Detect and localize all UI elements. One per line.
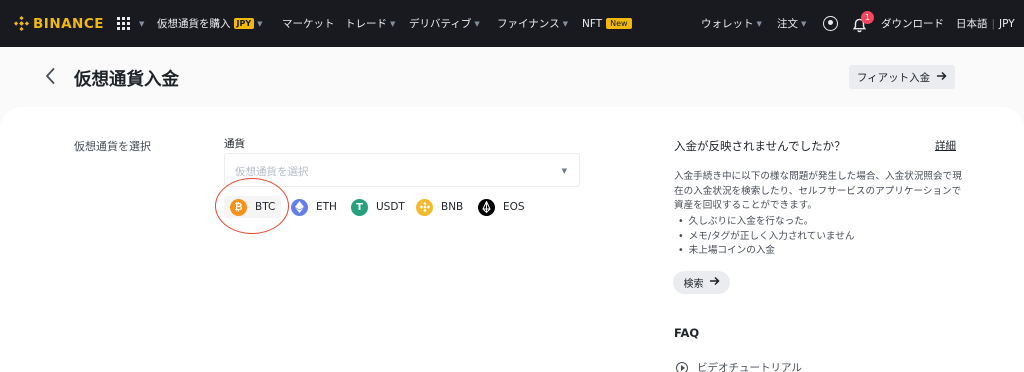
chevron-down-icon: ▼ (257, 19, 263, 28)
fiat-deposit-button[interactable]: フィアット入金 (849, 65, 955, 89)
notifications-button[interactable]: 1 (852, 0, 874, 47)
eos-icon (478, 198, 495, 216)
nav-orders-label: 注文 (777, 18, 798, 30)
nav-trade[interactable]: トレード ▼ (345, 0, 395, 47)
btc-highlight-circle (215, 178, 289, 234)
apps-menu[interactable]: ▼ (117, 0, 144, 47)
bell-icon: 1 (852, 10, 874, 33)
faq-video-tutorial-link[interactable]: ビデオチュートリアル (676, 360, 802, 372)
eth-icon (291, 198, 308, 216)
list-item: 久しぶりに入金を行なった。 (678, 215, 854, 230)
coin-chip-label: USDT (376, 201, 405, 213)
help-description: 入金手続き中に以下の様な問題が発生した場合、入金状況照会で現在の入金状況を検索し… (674, 171, 962, 211)
nav-trade-label: トレード (345, 18, 387, 30)
bnb-icon (416, 198, 433, 216)
binance-logo[interactable]: BINANCE (14, 0, 104, 47)
new-badge: New (606, 18, 632, 29)
nav-derivatives[interactable]: デリバティブ ▼ (409, 0, 480, 47)
top-nav: BINANCE ▼ 仮想通貨を購入 JPY ▼ マーケット トレード ▼ デリバ… (0, 0, 1024, 47)
nav-wallet-label: ウォレット (701, 18, 754, 30)
list-item: メモ/タグが正しく入力されていません (678, 230, 855, 245)
profile-button[interactable] (823, 0, 838, 47)
chevron-down-icon: ▼ (562, 19, 568, 28)
binance-logo-icon (14, 16, 29, 31)
back-chevron-icon[interactable] (44, 66, 56, 86)
nav-orders[interactable]: 注文 ▼ (777, 0, 806, 47)
help-issue-list: 久しぶりに入金を行なった。 メモ/タグが正しく入力されていません 未上場コインの… (678, 215, 855, 259)
usdt-icon: T (351, 198, 368, 216)
nav-download-label: ダウンロード (881, 18, 944, 30)
nav-wallet[interactable]: ウォレット ▼ (701, 0, 762, 47)
nav-buy-crypto[interactable]: 仮想通貨を購入 JPY ▼ (157, 0, 263, 47)
content-card (0, 107, 1024, 372)
details-link[interactable]: 詳細 (935, 138, 956, 153)
jpy-badge: JPY (233, 18, 255, 29)
list-item: 未上場コインの入金 (678, 244, 854, 259)
language-label: 日本語 (956, 18, 988, 30)
deposit-not-received-title: 入金が反映されませんでしたか？ (674, 139, 846, 153)
nav-nft[interactable]: NFT New (582, 0, 632, 47)
chevron-down-icon: ▼ (756, 19, 762, 28)
arrow-right-icon (709, 276, 720, 289)
language-currency-selector[interactable]: 日本語 | JPY (956, 0, 1015, 47)
divider: | (991, 17, 996, 30)
nav-markets[interactable]: マーケット (282, 0, 335, 47)
coin-chip-label: EOS (503, 201, 525, 213)
chevron-down-icon: ▼ (139, 19, 145, 28)
dropdown-caret-icon: ▼ (561, 167, 567, 175)
chevron-down-icon: ▼ (474, 19, 480, 28)
coin-chip-label: BNB (441, 201, 464, 213)
coin-select-dropdown[interactable]: 仮想通貨を選択 ▼ (224, 153, 580, 187)
coin-chip-label: ETH (316, 201, 337, 213)
coin-chip-usdt[interactable]: T USDT (351, 196, 405, 218)
logo-text: BINANCE (33, 15, 104, 32)
chevron-down-icon: ▼ (801, 19, 807, 28)
nav-buy-crypto-label: 仮想通貨を購入 (157, 18, 231, 30)
nav-derivatives-label: デリバティブ (409, 18, 472, 30)
arrow-right-icon (936, 71, 947, 84)
nav-markets-label: マーケット (282, 18, 335, 30)
select-crypto-label: 仮想通貨を選択 (74, 140, 151, 153)
page-title: 仮想通貨入金 (74, 70, 179, 90)
fiat-deposit-label: フィアット入金 (856, 71, 931, 84)
play-icon (676, 361, 688, 372)
search-button-label: 検索 (683, 279, 704, 290)
search-deposit-button[interactable]: 検索 (673, 271, 730, 294)
nav-finance-label: ファイナンス (497, 18, 560, 30)
notification-count-badge: 1 (861, 10, 874, 24)
coin-select-placeholder: 仮想通貨を選択 (235, 166, 309, 178)
currency-field-label: 通貨 (224, 138, 245, 150)
nav-download[interactable]: ダウンロード (881, 0, 944, 47)
faq-title: FAQ (674, 326, 700, 340)
currency-label: JPY (999, 17, 1015, 30)
coin-chip-eth[interactable]: ETH (291, 196, 337, 218)
chevron-down-icon: ▼ (390, 19, 396, 28)
user-icon (823, 16, 838, 31)
apps-grid-icon (117, 17, 130, 30)
nav-finance[interactable]: ファイナンス ▼ (497, 0, 568, 47)
faq-item-label: ビデオチュートリアル (697, 362, 802, 372)
coin-chip-bnb[interactable]: BNB (416, 196, 463, 218)
nav-nft-label: NFT (582, 17, 603, 30)
coin-chip-eos[interactable]: EOS (478, 196, 525, 218)
